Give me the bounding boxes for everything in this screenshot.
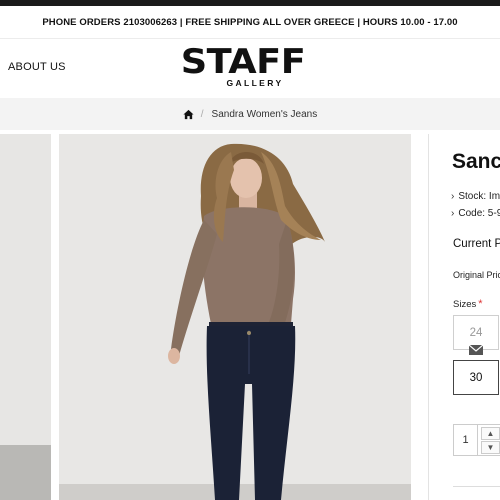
quantity-decrease-button[interactable]: ▼ <box>481 441 500 454</box>
site-header: ABOUT US STAFF GALLERY <box>0 38 500 98</box>
code-text: Code: 5-9 <box>458 208 500 219</box>
chevron-right-icon: › <box>451 191 455 202</box>
breadcrumb-current: Sandra Women's Jeans <box>211 108 318 120</box>
original-price-label: Original Pric <box>453 270 500 280</box>
logo-wordmark: STAFF <box>180 42 306 82</box>
breadcrumb-separator: / <box>200 108 204 120</box>
chevron-down-icon: ▼ <box>486 443 495 452</box>
breadcrumb: / Sandra Women's Jeans <box>0 98 500 130</box>
model-photo <box>59 134 411 500</box>
site-logo[interactable]: STAFF GALLERY <box>178 45 308 88</box>
mail-icon[interactable] <box>469 345 483 355</box>
announcement-bar: PHONE ORDERS 2103006263 | FREE SHIPPING … <box>0 6 500 38</box>
product-info-panel: Sanc ›Stock: Im ›Code: 5-9 Current Pr Or… <box>428 134 500 500</box>
product-title: Sanc <box>452 150 500 173</box>
image-floor <box>0 445 51 500</box>
stock-text: Stock: Im <box>458 191 500 202</box>
chevron-right-icon: › <box>451 208 455 219</box>
announcement-text: PHONE ORDERS 2103006263 | FREE SHIPPING … <box>42 16 458 28</box>
product-image-main[interactable] <box>59 134 411 500</box>
divider <box>453 486 500 487</box>
quantity-increase-button[interactable]: ▲ <box>481 427 500 440</box>
quantity-input[interactable]: 1 <box>454 425 478 455</box>
sizes-label: Sizes * <box>453 298 483 310</box>
sizes-text: Sizes <box>453 299 477 310</box>
product-image-previous[interactable] <box>0 134 51 500</box>
size-option-30[interactable]: 30 <box>453 360 499 395</box>
about-us-link[interactable]: ABOUT US <box>8 61 66 73</box>
current-price-label: Current Pr <box>453 238 500 250</box>
stock-line: › Stock: Im <box>451 191 500 202</box>
required-marker: * <box>478 298 483 310</box>
home-icon[interactable] <box>183 109 194 120</box>
chevron-up-icon: ▲ <box>486 429 495 438</box>
code-line: › Code: 5-9 <box>451 208 500 219</box>
quantity-stepper: 1 ▲ ▼ <box>453 424 500 456</box>
